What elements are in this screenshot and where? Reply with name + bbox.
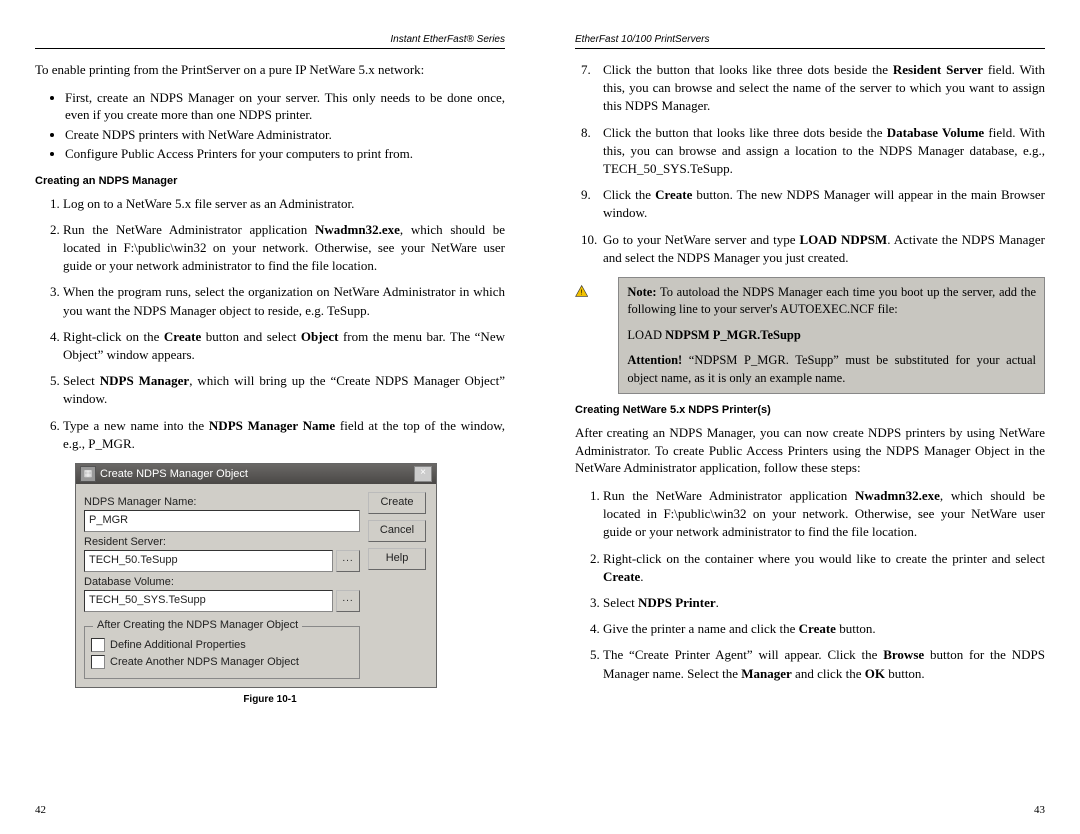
page-left: Instant EtherFast® Series To enable prin…: [0, 0, 540, 834]
step-item: Give the printer a name and click the Cr…: [603, 620, 1045, 638]
note-block: ! Note: To autoload the NDPS Manager eac…: [575, 277, 1045, 395]
step-item: Run the NetWare Administrator applicatio…: [603, 487, 1045, 542]
note-label: Note:: [627, 285, 656, 299]
step-item: Log on to a NetWare 5.x file server as a…: [63, 195, 505, 213]
page-header-left: Instant EtherFast® Series: [35, 30, 505, 49]
step-item: Go to your NetWare server and type LOAD …: [603, 231, 1045, 267]
dialog-title-icon: ▦: [80, 466, 96, 482]
step-item: When the program runs, select the organi…: [63, 283, 505, 319]
intro-paragraph: To enable printing from the PrintServer …: [35, 61, 505, 79]
note-text: To autoload the NDPS Manager each time y…: [627, 285, 1036, 317]
warning-icon: !: [575, 281, 588, 301]
browse-resident-server-button[interactable]: ...: [336, 550, 360, 572]
checkbox-label: Create Another NDPS Manager Object: [110, 656, 299, 668]
bullet-list: First, create an NDPS Manager on your se…: [35, 89, 505, 163]
load-command-bold: NDPSM P_MGR.TeSupp: [665, 328, 801, 342]
step-item: Type a new name into the NDPS Manager Na…: [63, 417, 505, 453]
bullet-item: Configure Public Access Printers for you…: [65, 145, 505, 163]
step-item: Click the button that looks like three d…: [603, 61, 1045, 116]
header-text-right: EtherFast 10/100 PrintServers: [575, 34, 710, 45]
svg-text:!: !: [581, 288, 583, 297]
input-ndps-manager-name[interactable]: P_MGR: [84, 510, 360, 532]
attention-text: “NDPSM P_MGR. TeSupp” must be substitute…: [627, 353, 1036, 385]
browse-database-volume-button[interactable]: ...: [336, 590, 360, 612]
attention-label: Attention!: [627, 353, 682, 367]
figure-caption: Figure 10-1: [35, 694, 505, 705]
group-title: After Creating the NDPS Manager Object: [93, 619, 302, 631]
step-item: Right-click on the container where you w…: [603, 550, 1045, 586]
section-heading-creating-manager: Creating an NDPS Manager: [35, 175, 505, 187]
step-item: Select NDPS Printer.: [603, 594, 1045, 612]
dialog-body: NDPS Manager Name: P_MGR Resident Server…: [76, 484, 436, 687]
page-right: EtherFast 10/100 PrintServers Click the …: [540, 0, 1080, 834]
dialog-fields: NDPS Manager Name: P_MGR Resident Server…: [84, 492, 360, 679]
label-database-volume: Database Volume:: [84, 576, 360, 588]
group-after-creating: After Creating the NDPS Manager Object D…: [84, 626, 360, 679]
page-number-right: 43: [1034, 804, 1045, 816]
dialog-titlebar: ▦ Create NDPS Manager Object ×: [76, 464, 436, 484]
step-item: Right-click on the Create button and sel…: [63, 328, 505, 364]
dialog-create-ndps-manager: ▦ Create NDPS Manager Object × NDPS Mana…: [75, 463, 437, 688]
dialog-title: Create NDPS Manager Object: [100, 468, 248, 480]
page-header-right: EtherFast 10/100 PrintServers: [575, 30, 1045, 49]
after-manager-paragraph: After creating an NDPS Manager, you can …: [575, 424, 1045, 477]
printer-steps-list: Run the NetWare Administrator applicatio…: [575, 487, 1045, 683]
checkbox-icon[interactable]: [91, 638, 105, 652]
create-button[interactable]: Create: [368, 492, 426, 514]
steps-list-2: Click the button that looks like three d…: [575, 61, 1045, 267]
step-item: The “Create Printer Agent” will appear. …: [603, 646, 1045, 682]
checkbox-label: Define Additional Properties: [110, 639, 246, 651]
checkbox-icon[interactable]: [91, 655, 105, 669]
label-ndps-manager-name: NDPS Manager Name:: [84, 496, 360, 508]
label-resident-server: Resident Server:: [84, 536, 360, 548]
step-item: Select NDPS Manager, which will bring up…: [63, 372, 505, 408]
load-command-line: LOAD NDPSM P_MGR.TeSupp: [627, 327, 1036, 345]
step-item: Click the Create button. The new NDPS Ma…: [603, 186, 1045, 222]
dialog-buttons: Create Cancel Help: [368, 492, 428, 679]
bullet-item: First, create an NDPS Manager on your se…: [65, 89, 505, 124]
input-database-volume[interactable]: TECH_50_SYS.TeSupp: [84, 590, 333, 612]
page-number-left: 42: [35, 804, 46, 816]
steps-list-1: Log on to a NetWare 5.x file server as a…: [35, 195, 505, 453]
bullet-item: Create NDPS printers with NetWare Admini…: [65, 126, 505, 144]
close-icon[interactable]: ×: [414, 466, 432, 482]
checkbox-row-define-additional[interactable]: Define Additional Properties: [91, 638, 353, 652]
manual-spread: Instant EtherFast® Series To enable prin…: [0, 0, 1080, 834]
section-heading-creating-printers: Creating NetWare 5.x NDPS Printer(s): [575, 404, 1045, 416]
checkbox-row-create-another[interactable]: Create Another NDPS Manager Object: [91, 655, 353, 669]
cancel-button[interactable]: Cancel: [368, 520, 426, 542]
step-item: Run the NetWare Administrator applicatio…: [63, 221, 505, 276]
input-resident-server[interactable]: TECH_50.TeSupp: [84, 550, 333, 572]
help-button[interactable]: Help: [368, 548, 426, 570]
header-text-left: Instant EtherFast® Series: [390, 34, 505, 45]
step-item: Click the button that looks like three d…: [603, 124, 1045, 179]
note-box: Note: To autoload the NDPS Manager each …: [618, 277, 1045, 395]
